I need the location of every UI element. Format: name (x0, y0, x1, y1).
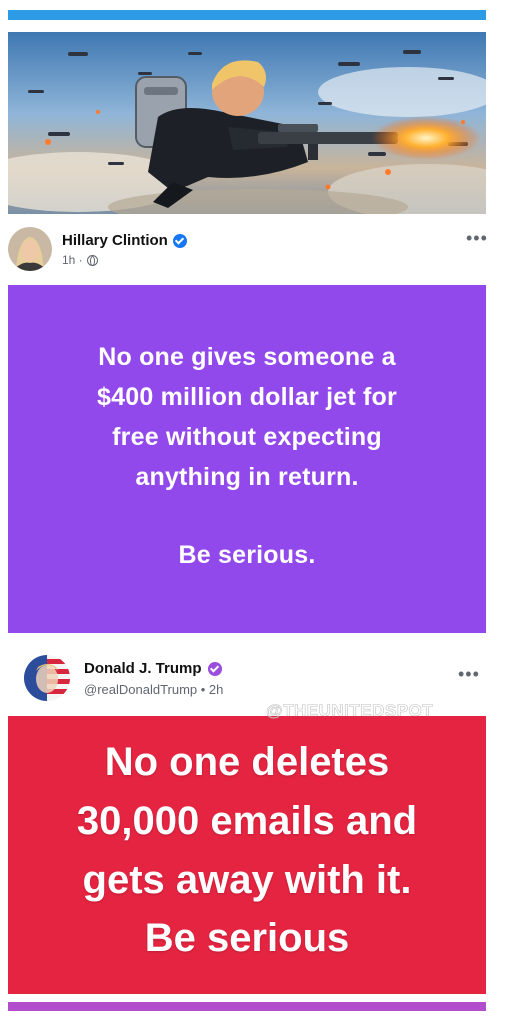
more-options-button[interactable]: ••• (466, 228, 488, 249)
avatar-portrait-icon (8, 227, 52, 271)
post-time[interactable]: 1h · (62, 253, 83, 267)
more-options-button[interactable]: ••• (458, 664, 480, 685)
author-name-row: Donald J. Trump (84, 660, 222, 677)
post-meta: 1h · (62, 253, 98, 267)
text-post-card: No one deletes 30,000 emails and gets aw… (8, 716, 486, 994)
card-text-line: gets away with it. (82, 858, 412, 902)
card-text-line: 30,000 emails and (76, 799, 418, 843)
author-name[interactable]: Donald J. Trump (84, 660, 202, 677)
avatar[interactable] (8, 227, 52, 271)
card-text-line: Be serious (144, 916, 350, 960)
card-text-line: anything in return. (135, 463, 359, 491)
author-name-row: Hillary Clintion (62, 232, 187, 249)
avatar[interactable] (24, 655, 70, 701)
bottom-divider-bar (8, 1002, 486, 1011)
avatar-flag-portrait-icon (24, 655, 70, 701)
verified-badge-icon (207, 661, 222, 676)
watermark-text: @THEUNITEDSPOT (266, 701, 434, 721)
card-text-line: Be serious. (178, 541, 316, 569)
author-name[interactable]: Hillary Clintion (62, 232, 168, 249)
card-text-line: No one gives someone a (98, 343, 396, 371)
verified-badge-icon (172, 233, 187, 248)
card-text-line: free without expecting (112, 423, 382, 451)
illustration-soldier-flying-with-rifle (8, 32, 486, 214)
card-text-line: $400 million dollar jet for (97, 383, 397, 411)
globe-icon (86, 254, 98, 266)
post-image[interactable] (8, 32, 486, 214)
text-post-card: No one gives someone a $400 million doll… (8, 285, 486, 633)
card-text-line: No one deletes (104, 740, 390, 784)
author-handle-time[interactable]: @realDonaldTrump • 2h (84, 682, 223, 697)
top-divider-bar (8, 10, 486, 20)
